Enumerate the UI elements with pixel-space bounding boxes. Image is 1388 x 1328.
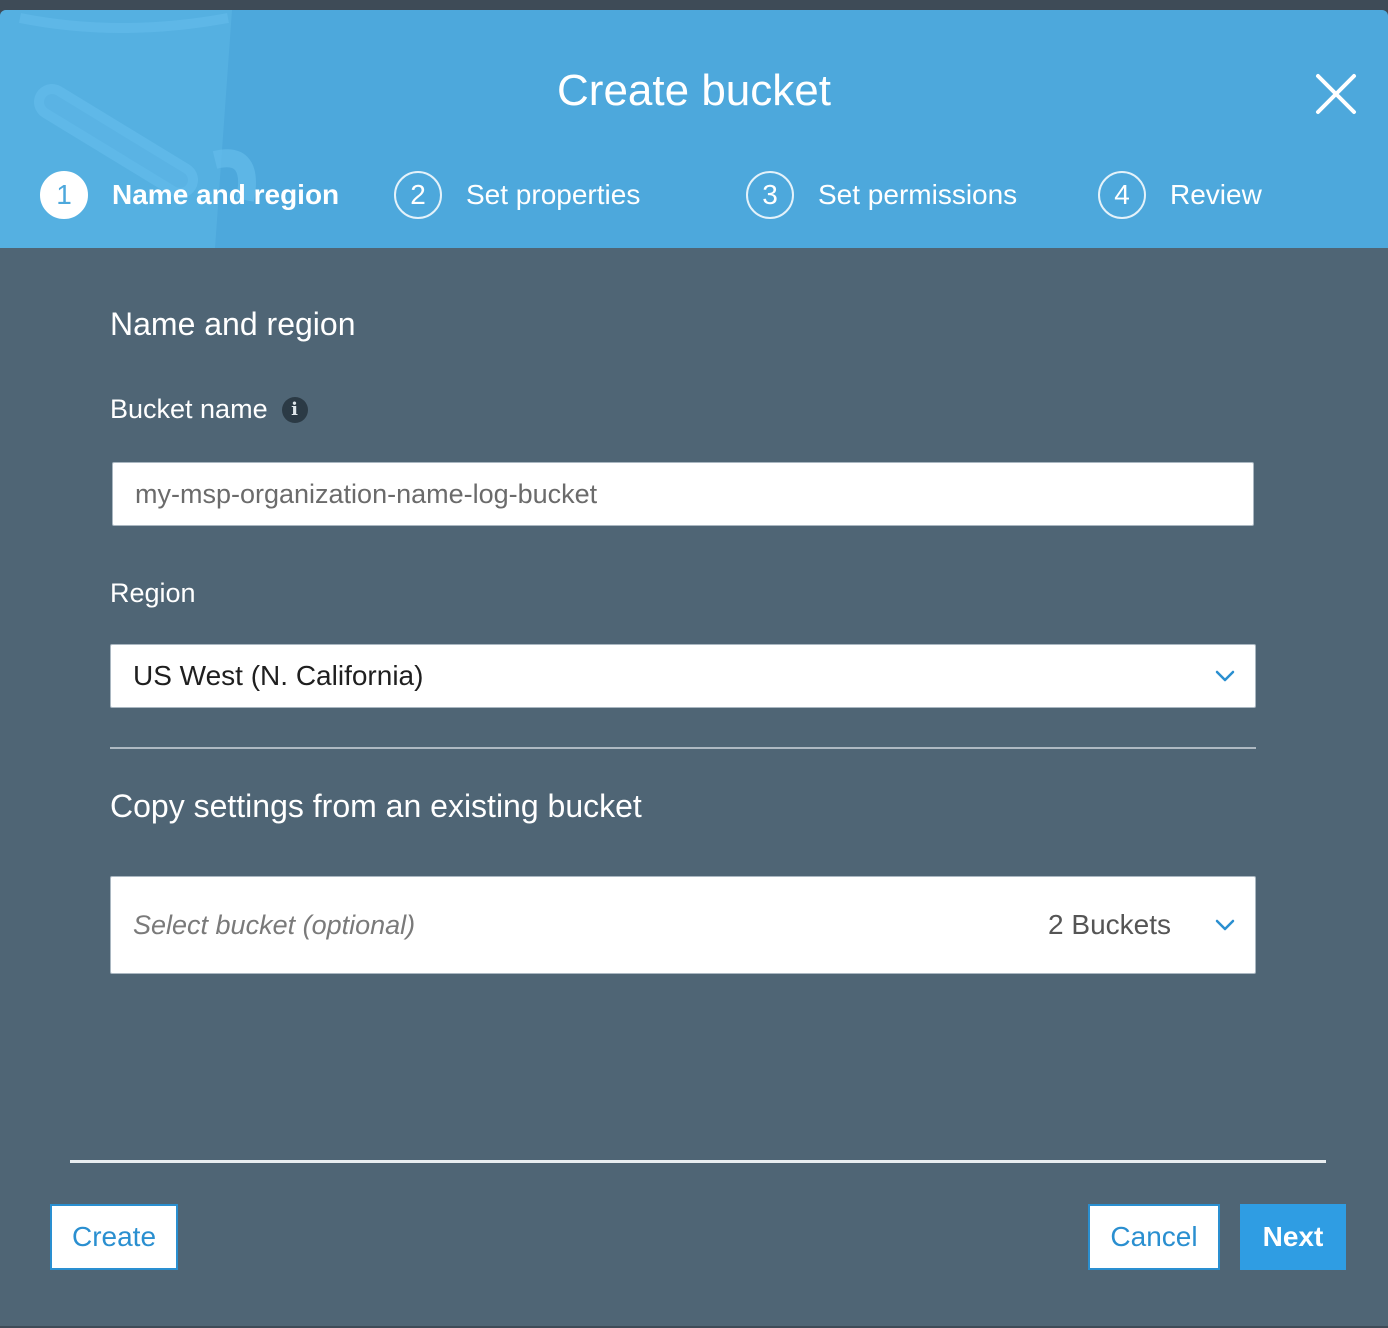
copy-settings-title: Copy settings from an existing bucket: [110, 788, 642, 824]
step-set-permissions[interactable]: 3 Set permissions: [746, 168, 1017, 222]
step-label: Name and region: [112, 179, 340, 210]
step-label: Review: [1170, 179, 1262, 210]
step-label: Set properties: [466, 179, 641, 210]
step-number-badge: 1: [40, 171, 88, 219]
copy-bucket-placeholder: Select bucket (optional): [133, 909, 416, 940]
step-number-badge: 4: [1098, 171, 1146, 219]
step-review[interactable]: 4 Review: [1098, 168, 1262, 222]
info-icon[interactable]: i: [281, 396, 308, 423]
section-divider: [110, 747, 1256, 749]
footer-divider: [70, 1160, 1326, 1163]
bucket-name-input[interactable]: [112, 462, 1254, 526]
bucket-name-label-text: Bucket name: [110, 394, 268, 424]
region-select[interactable]: US West (N. California): [110, 644, 1256, 708]
region-label: Region: [110, 578, 196, 608]
wizard-header: Create bucket 1 Name and region 2 Set pr…: [0, 10, 1388, 248]
step-number-badge: 2: [394, 171, 442, 219]
close-icon[interactable]: [1312, 70, 1360, 118]
create-bucket-dialog: Create bucket 1 Name and region 2 Set pr…: [0, 10, 1388, 1326]
step-name-and-region[interactable]: 1 Name and region: [40, 168, 339, 222]
chevron-down-icon: [1215, 919, 1235, 931]
region-selected-value: US West (N. California): [133, 660, 424, 691]
bucket-name-label: Bucket name i: [110, 394, 308, 425]
step-number-badge: 3: [746, 171, 794, 219]
bucket-count: 2 Buckets: [1048, 909, 1171, 940]
chevron-down-icon: [1215, 670, 1235, 682]
step-label: Set permissions: [818, 179, 1018, 210]
section-title: Name and region: [110, 306, 356, 342]
cancel-button[interactable]: Cancel: [1088, 1204, 1220, 1270]
step-set-properties[interactable]: 2 Set properties: [394, 168, 640, 222]
next-button[interactable]: Next: [1240, 1204, 1346, 1270]
dialog-title: Create bucket: [557, 66, 831, 115]
copy-bucket-select[interactable]: Select bucket (optional) 2 Buckets: [110, 876, 1256, 974]
create-button[interactable]: Create: [50, 1204, 178, 1270]
